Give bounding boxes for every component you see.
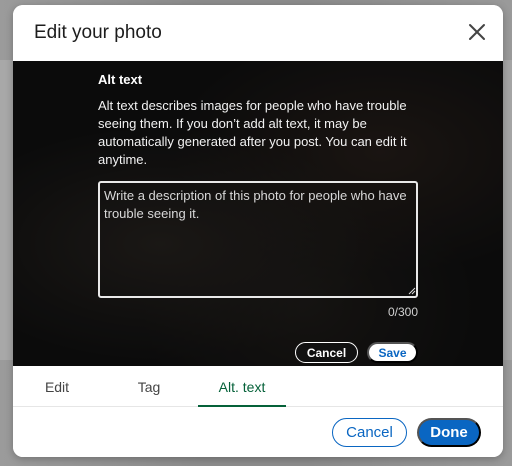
close-icon [469, 24, 485, 40]
alt-text-save-button[interactable]: Save [367, 342, 418, 363]
alt-text-panel: Alt text Alt text describes images for p… [98, 61, 418, 366]
edit-photo-modal: Edit your photo Alt text Alt text descri… [13, 5, 503, 457]
edit-tabs: Edit Tag Alt. text [13, 366, 503, 407]
alt-text-cancel-button[interactable]: Cancel [295, 342, 358, 363]
character-count: 0/300 [387, 305, 418, 319]
background-page-right [502, 60, 512, 360]
background-page-left [0, 60, 14, 360]
close-button[interactable] [465, 20, 489, 44]
tab-alt-text[interactable]: Alt. text [198, 366, 286, 407]
alt-text-heading: Alt text [98, 72, 143, 87]
resize-grip-icon[interactable] [408, 287, 416, 295]
done-button[interactable]: Done [417, 418, 481, 447]
modal-footer: Cancel Done [13, 407, 503, 457]
tab-edit[interactable]: Edit [13, 366, 101, 407]
tab-tag[interactable]: Tag [107, 366, 191, 407]
photo-preview: Alt text Alt text describes images for p… [13, 61, 503, 366]
alt-text-input[interactable] [98, 181, 418, 298]
cancel-button[interactable]: Cancel [332, 418, 407, 447]
alt-text-description: Alt text describes images for people who… [98, 98, 407, 167]
modal-title: Edit your photo [34, 22, 162, 43]
modal-header: Edit your photo [13, 5, 503, 61]
